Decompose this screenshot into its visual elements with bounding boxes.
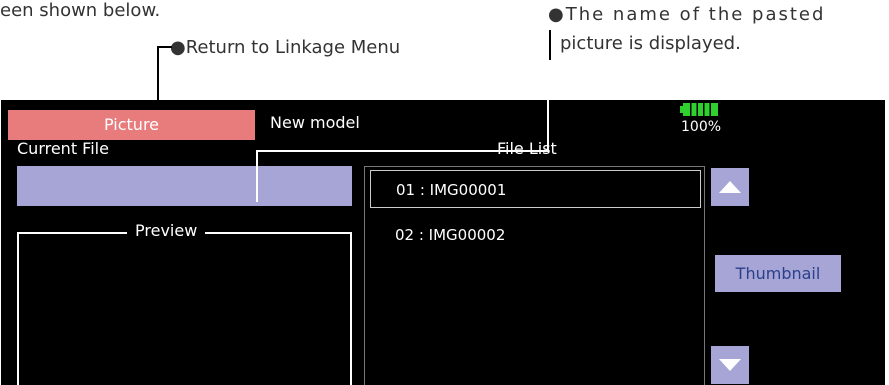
- annotation-leader-line: [157, 46, 172, 48]
- chevron-up-icon: [719, 181, 741, 193]
- scroll-down-button[interactable]: [711, 346, 749, 384]
- battery-icon: [680, 103, 718, 116]
- current-file-field[interactable]: [17, 166, 352, 206]
- annotation-leader-line: [256, 152, 258, 202]
- battery-percentage: 100%: [681, 119, 722, 135]
- model-name: New model: [270, 113, 360, 132]
- chevron-down-icon: [719, 359, 741, 371]
- annotation-pasted-picture: ●The name of the pasted: [548, 4, 826, 25]
- bullet-icon: ●: [170, 37, 186, 58]
- tab-picture[interactable]: Picture: [8, 110, 255, 140]
- file-list-item-2[interactable]: 02 : IMG00002: [370, 216, 701, 254]
- annotation-pasted-picture-line2: picture is displayed.: [560, 33, 741, 54]
- scroll-up-button[interactable]: [711, 168, 749, 206]
- preview-box: [17, 232, 352, 385]
- annotation-return-to-linkage: ●Return to Linkage Menu: [170, 37, 401, 58]
- current-file-label: Current File: [17, 139, 109, 158]
- header-text: een shown below.: [0, 0, 161, 21]
- thumbnail-button[interactable]: Thumbnail: [715, 255, 841, 292]
- file-list-item-1[interactable]: 01 : IMG00001: [370, 170, 701, 208]
- file-list: 01 : IMG00001 02 : IMG00002: [364, 166, 705, 385]
- file-list-label: File List: [497, 139, 557, 158]
- preview-label: Preview: [127, 221, 206, 240]
- annotation-leader-line: [549, 30, 551, 60]
- bullet-icon: ●: [548, 4, 566, 25]
